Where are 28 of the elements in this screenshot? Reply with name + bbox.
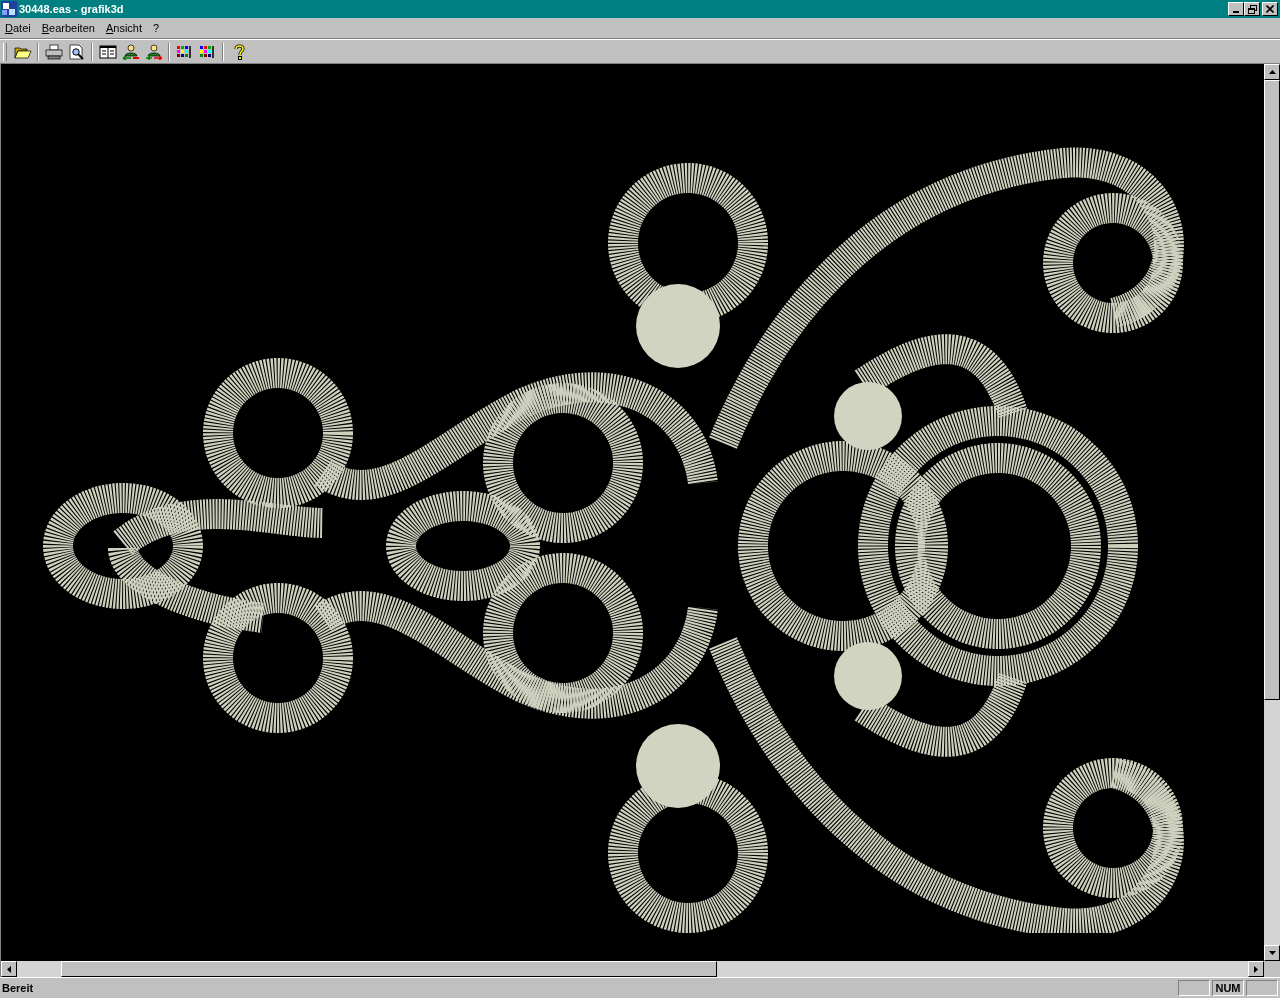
scroll-left-button[interactable]	[1, 961, 17, 977]
window-title: 30448.eas - grafik3d	[19, 3, 125, 15]
cubes-icon	[1, 1, 17, 17]
scroll-down-button[interactable]	[1264, 945, 1280, 961]
status-panel	[1178, 980, 1210, 996]
menu-item[interactable]: ?	[148, 22, 166, 34]
restore-button[interactable]	[1244, 2, 1260, 16]
status-indicator: NUM	[1212, 980, 1244, 996]
vertical-scrollbar[interactable]	[1264, 64, 1280, 961]
menu-item[interactable]: Ansicht	[100, 22, 148, 34]
restore-icon	[1247, 4, 1257, 14]
left-arrow-icon	[7, 965, 11, 973]
scroll-right-button[interactable]	[1248, 961, 1264, 977]
close-button[interactable]	[1262, 2, 1278, 16]
status-text: Bereit	[2, 982, 35, 994]
right-arrow-icon	[1254, 965, 1258, 973]
horizontal-scrollbar[interactable]	[1, 961, 1280, 977]
scroll-up-button[interactable]	[1264, 64, 1280, 80]
print-icon[interactable]	[42, 41, 65, 62]
down-arrow-icon	[1268, 951, 1276, 955]
menu-item[interactable]: Bearbeiten	[36, 22, 101, 34]
up-arrow-icon	[1268, 70, 1276, 74]
close-icon	[1266, 5, 1274, 13]
menu-item[interactable]: Datei	[0, 22, 37, 34]
status-panel	[1246, 980, 1278, 996]
scroll-thumb[interactable]	[61, 961, 717, 977]
minimize-button[interactable]	[1228, 2, 1244, 16]
scroll-thumb[interactable]	[1264, 80, 1280, 700]
